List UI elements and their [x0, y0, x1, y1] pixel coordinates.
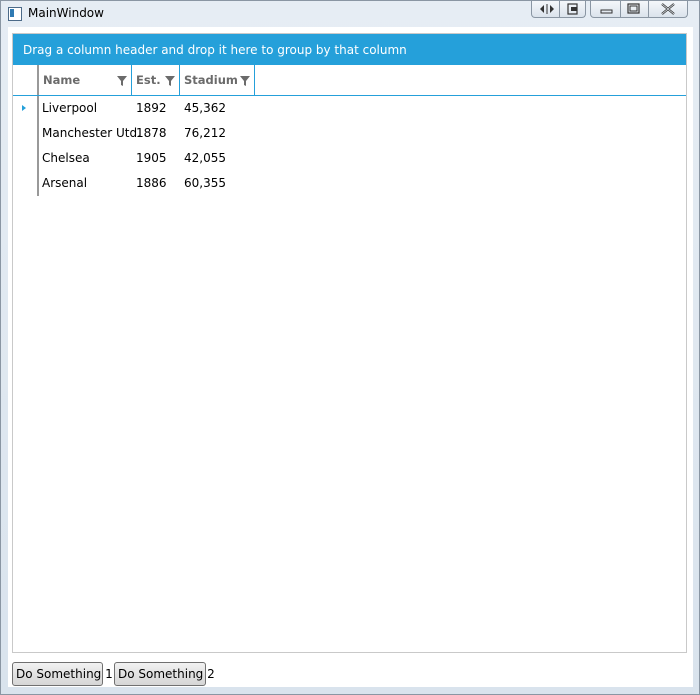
- table-row[interactable]: Chelsea 1905 42,055: [13, 146, 686, 171]
- cell-name[interactable]: Liverpool: [38, 96, 132, 121]
- grid-rows: Liverpool 1892 45,362 Manchester Utd. 18…: [13, 96, 686, 196]
- app-icon[interactable]: [8, 7, 22, 21]
- cell-stadium[interactable]: 60,355: [180, 171, 255, 196]
- cell-stadium[interactable]: 76,212: [180, 121, 255, 146]
- current-row-indicator-icon: [22, 105, 26, 111]
- cell-name[interactable]: Arsenal: [38, 171, 132, 196]
- cell-est[interactable]: 1905: [132, 146, 180, 171]
- filter-icon[interactable]: [165, 75, 175, 86]
- column-header-row: Name Est. Stadium: [13, 65, 686, 96]
- filter-icon[interactable]: [240, 75, 250, 86]
- cell-est[interactable]: 1892: [132, 96, 180, 121]
- column-header-stadium[interactable]: Stadium: [180, 65, 255, 95]
- column-header-label: Name: [43, 73, 81, 87]
- main-window: MainWindow Drag a column header and drop…: [0, 0, 700, 695]
- data-grid[interactable]: Drag a column header and drop it here to…: [12, 33, 687, 653]
- group-panel[interactable]: Drag a column header and drop it here to…: [13, 34, 686, 65]
- client-area: Drag a column header and drop it here to…: [8, 27, 693, 687]
- column-header-label: Est.: [136, 73, 161, 87]
- do-something-1-button[interactable]: Do Something 1: [12, 662, 113, 686]
- cell-est[interactable]: 1878: [132, 121, 180, 146]
- column-header-name[interactable]: Name: [39, 65, 132, 95]
- cell-stadium[interactable]: 42,055: [180, 146, 255, 171]
- caption-group-right: [590, 1, 688, 18]
- column-header-est[interactable]: Est.: [132, 65, 180, 95]
- cell-est[interactable]: 1886: [132, 171, 180, 196]
- table-row[interactable]: Liverpool 1892 45,362: [13, 96, 686, 121]
- cell-stadium[interactable]: 45,362: [180, 96, 255, 121]
- minimize-icon[interactable]: [595, 3, 619, 15]
- column-header-label: Stadium: [184, 73, 238, 87]
- title-bar[interactable]: MainWindow: [1, 1, 699, 27]
- table-row[interactable]: Arsenal 1886 60,355: [13, 171, 686, 196]
- filter-icon[interactable]: [117, 75, 127, 86]
- close-icon[interactable]: [653, 3, 683, 15]
- split-icon[interactable]: [537, 3, 557, 15]
- restore-icon[interactable]: [563, 3, 583, 15]
- window-title: MainWindow: [28, 6, 104, 20]
- cell-name[interactable]: Manchester Utd.: [38, 121, 141, 146]
- cell-name[interactable]: Chelsea: [38, 146, 132, 171]
- caption-group-left: [531, 1, 586, 18]
- table-row[interactable]: Manchester Utd. 1878 76,212: [13, 121, 686, 146]
- header-indent-cell: [13, 65, 37, 95]
- do-something-2-button[interactable]: Do Something 2: [114, 662, 215, 686]
- group-panel-hint: Drag a column header and drop it here to…: [23, 42, 407, 57]
- maximize-icon[interactable]: [622, 3, 646, 15]
